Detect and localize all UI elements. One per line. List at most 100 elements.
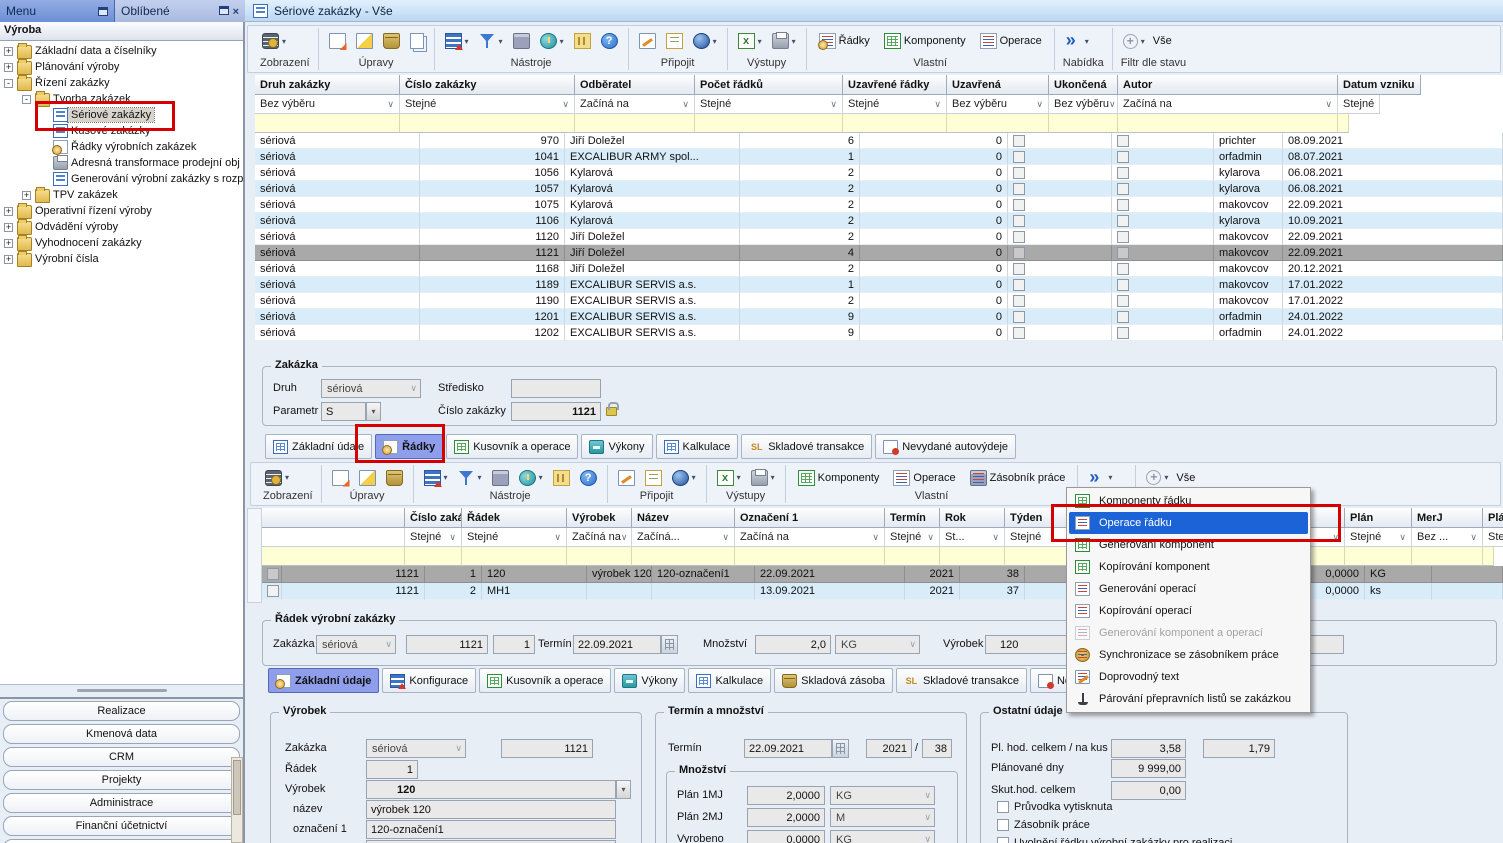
column-filter[interactable]: St...∨ (940, 528, 1005, 547)
summary-button[interactable] (490, 469, 511, 487)
column-header[interactable] (262, 508, 405, 528)
tree-item-vyrobni-cisla[interactable]: Výrobní čísla (0, 251, 243, 267)
view-button[interactable] (263, 469, 291, 487)
column-header[interactable]: Plán (1345, 508, 1412, 528)
settings-button[interactable] (572, 32, 593, 50)
tree-item-adresna-transformace[interactable]: Adresná transformace prodejní obj (0, 155, 243, 171)
column-filter[interactable]: Začíná...∨ (632, 528, 735, 547)
tree-item-planovani-vyroby[interactable]: Plánování výroby (0, 59, 243, 75)
radek-field[interactable]: 1 (493, 635, 535, 654)
uzavrena-checkbox[interactable] (1013, 263, 1025, 275)
help-button[interactable] (578, 469, 599, 487)
ukoncena-checkbox[interactable] (1117, 151, 1129, 163)
skut-hod-field[interactable]: 0,00 (1111, 781, 1186, 800)
tab-skladove-transakce[interactable]: Skladové transakce (896, 668, 1027, 693)
menu-item-doprovodny-text[interactable]: Doprovodný text (1069, 666, 1308, 688)
scrollbar-thumb[interactable] (233, 760, 241, 815)
menu-item-synchronizace[interactable]: Synchronizace se zásobníkem práce (1069, 644, 1308, 666)
panel-splitter[interactable] (0, 684, 243, 697)
zasobnik-prace-button[interactable]: Zásobník práce (966, 469, 1070, 487)
edit-button[interactable] (357, 469, 378, 487)
ukoncena-checkbox[interactable] (1117, 167, 1129, 179)
tree-expander-icon[interactable] (4, 47, 13, 56)
list-button[interactable] (643, 469, 664, 487)
order-row[interactable]: sériová 1121 Jiří Doležel 4 0 makovcov 2… (255, 245, 1503, 261)
minimize-icon[interactable] (219, 6, 229, 15)
sort-button[interactable] (422, 469, 450, 487)
uzavrena-checkbox[interactable] (1013, 295, 1025, 307)
help-button[interactable] (599, 32, 620, 50)
tree-item-kusove-zakazky[interactable]: Kusové zakázky (0, 123, 243, 139)
parametr-field[interactable]: S (321, 402, 366, 421)
operace-button[interactable]: Operace (976, 32, 1046, 50)
tree-expander-icon[interactable] (4, 223, 13, 232)
close-icon[interactable]: × (233, 6, 239, 18)
excel-button[interactable] (715, 469, 743, 487)
column-header[interactable]: Ukončená (1049, 75, 1118, 95)
druh-combobox[interactable]: sériová∨ (321, 379, 421, 398)
zakazka-combobox[interactable]: sériová∨ (366, 739, 466, 758)
web-button[interactable] (691, 32, 719, 50)
copy-button[interactable] (408, 32, 426, 50)
summary-button[interactable] (511, 32, 532, 50)
column-header[interactable]: Uzavřená (947, 75, 1049, 95)
tab-kalkulace[interactable]: Kalkulace (688, 668, 771, 693)
filter-input-cell[interactable] (885, 547, 940, 566)
vyrobek-field[interactable]: 120 (366, 780, 616, 799)
view-button[interactable] (260, 32, 288, 50)
nabidka-button[interactable] (1063, 32, 1091, 50)
column-filter[interactable]: Bez výběru∨ (255, 95, 400, 114)
tree-expander-icon[interactable] (4, 79, 13, 88)
tree-item-vyhodnoceni-zakazky[interactable]: Vyhodnocení zakázky (0, 235, 243, 251)
order-row[interactable]: sériová 1190 EXCALIBUR SERVIS a.s. 2 0 m… (255, 293, 1503, 309)
print-button[interactable] (770, 32, 798, 50)
module-button-projekty[interactable]: Projekty (3, 770, 240, 790)
uzavrena-checkbox[interactable] (1013, 215, 1025, 227)
tyden-field[interactable]: 38 (922, 739, 952, 758)
column-filter[interactable]: Stejné∨ (405, 528, 462, 547)
menu-item-kopirovani-komponent[interactable]: Kopírování komponent (1069, 556, 1308, 578)
ukoncena-checkbox[interactable] (1117, 215, 1129, 227)
column-filter[interactable]: Začíná na∨ (735, 528, 885, 547)
tree-expander-icon[interactable] (4, 239, 13, 248)
filter-input-cell[interactable] (1338, 114, 1349, 133)
nabidka-button[interactable] (1086, 469, 1114, 487)
line-row[interactable]: 1121 2 MH1 13.09.2021 2021 37 0,0000 ks (262, 583, 1503, 600)
edit-button[interactable] (354, 32, 375, 50)
menu-item-kopirovani-operaci[interactable]: Kopírování operací (1069, 600, 1308, 622)
menu-item-generovani-komponent-a-operaci[interactable]: Generování komponent a operací (1069, 622, 1308, 644)
filter-input-cell[interactable] (1483, 547, 1494, 566)
column-header[interactable]: Řádek (462, 508, 567, 528)
plan2-mj-combobox[interactable]: M∨ (830, 808, 935, 827)
refresh-button[interactable] (538, 32, 566, 50)
zakazka-cislo-field[interactable]: 1121 (501, 739, 593, 758)
order-row[interactable]: sériová 1202 EXCALIBUR SERVIS a.s. 9 0 o… (255, 325, 1503, 341)
delete-button[interactable] (381, 32, 402, 50)
module-button-controlling[interactable]: Controlling (3, 839, 240, 843)
tree-item-operativni-rizeni[interactable]: Operativní řízení výroby (0, 203, 243, 219)
excel-button[interactable] (736, 32, 764, 50)
column-filter[interactable]: Stejné∨ (843, 95, 947, 114)
column-filter[interactable]: ∨ (262, 528, 405, 547)
order-row[interactable]: sériová 970 Jiří Doležel 6 0 prichter 08… (255, 133, 1503, 149)
uzavrena-checkbox[interactable] (1013, 183, 1025, 195)
menu-item-generovani-komponent[interactable]: Generování komponent (1069, 534, 1308, 556)
filter-input-cell[interactable] (843, 114, 947, 133)
filter-button[interactable] (456, 469, 484, 487)
tab-kalkulace[interactable]: Kalkulace (656, 434, 739, 459)
tab-nevydane-autovydeje[interactable]: Nevydané autovýdeje (875, 434, 1016, 459)
tab-vykony[interactable]: Výkony (581, 434, 652, 459)
filter-input-cell[interactable] (462, 547, 567, 566)
module-button-administrace[interactable]: Administrace (3, 793, 240, 813)
filter-input-cell[interactable] (255, 114, 400, 133)
menu-item-komponenty-radku[interactable]: Komponenty řádku (1069, 490, 1308, 512)
column-filter[interactable]: Začíná na∨ (575, 95, 695, 114)
new-button[interactable] (327, 32, 348, 50)
ukoncena-checkbox[interactable] (1117, 231, 1129, 243)
column-header[interactable]: Datum vzniku (1338, 75, 1421, 95)
uzavrena-checkbox[interactable] (1013, 151, 1025, 163)
column-filter[interactable]: Stejné∨ (400, 95, 575, 114)
column-filter[interactable]: Bez výběru∨ (947, 95, 1049, 114)
filter-input-cell[interactable] (1345, 547, 1412, 566)
filter-input-cell[interactable] (1118, 114, 1338, 133)
